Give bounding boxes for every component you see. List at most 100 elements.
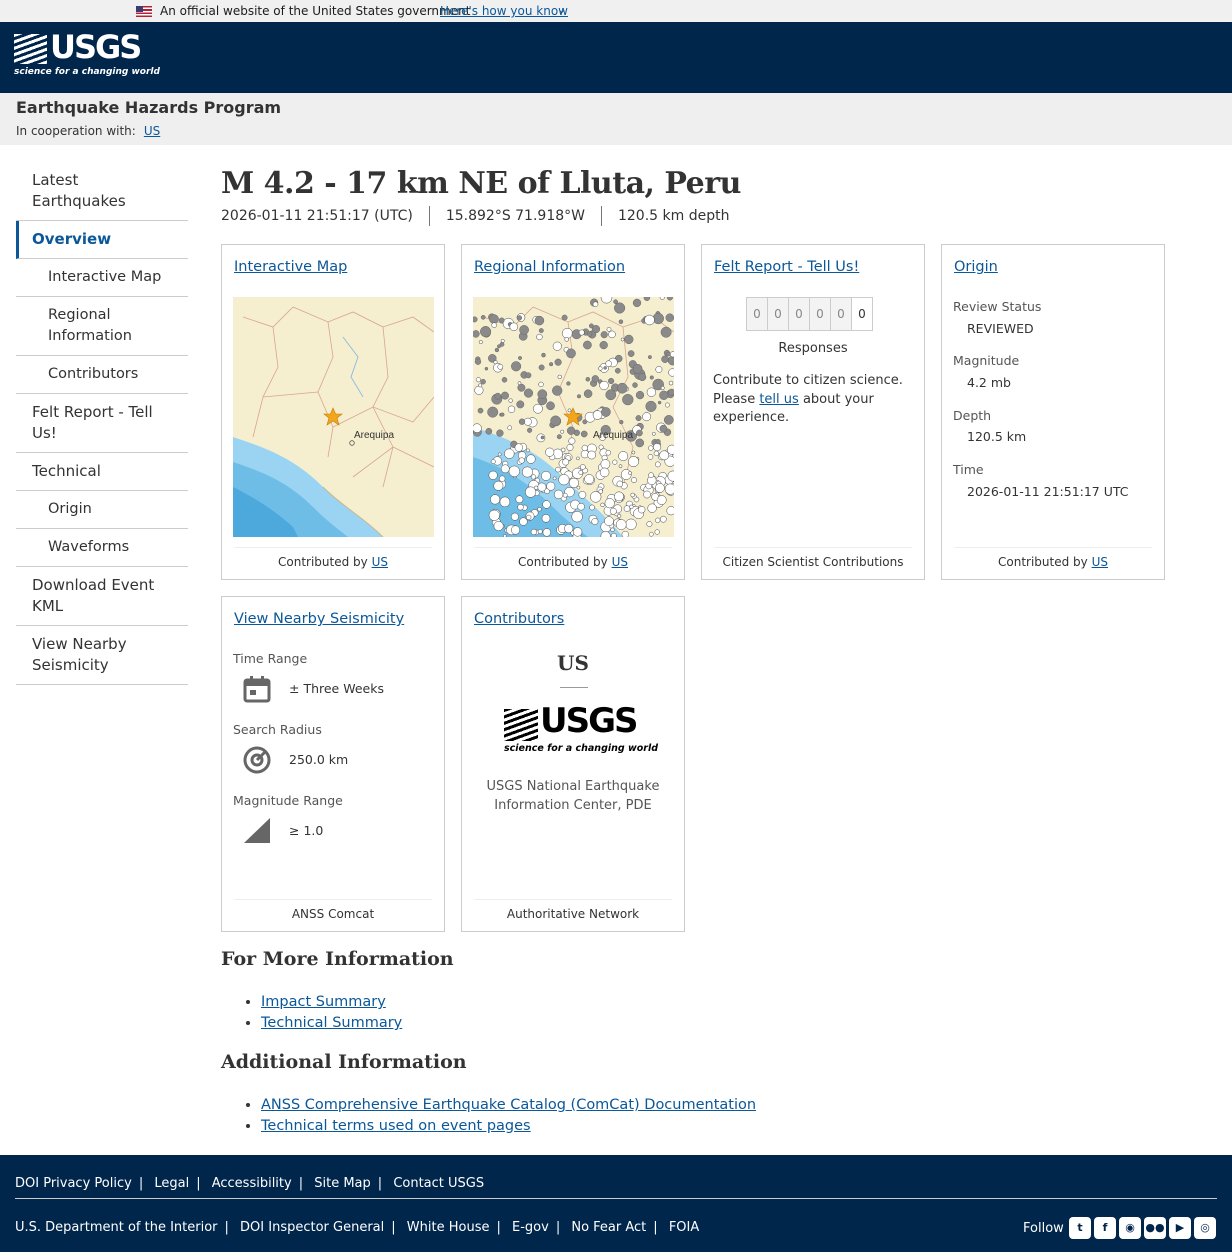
sidebar-item-origin[interactable]: Origin — [16, 491, 188, 529]
contributor-divider — [560, 687, 588, 688]
sidebar-item-technical[interactable]: Technical — [16, 453, 188, 491]
seismicity-dot — [581, 444, 588, 452]
site-header: USGS science for a changing world — [0, 22, 1232, 93]
usgs-logo[interactable]: USGS science for a changing world — [14, 28, 160, 81]
footer-link-no-fear-act[interactable]: No Fear Act — [571, 1220, 646, 1235]
seismicity-dot — [668, 388, 674, 396]
seismicity-dot — [623, 505, 631, 512]
seismicity-dot — [612, 459, 618, 465]
tell-us-link[interactable]: tell us — [759, 392, 798, 407]
sidebar-item-contributors[interactable]: Contributors — [16, 356, 188, 394]
seismicity-dot — [537, 506, 542, 512]
footer-link-white-house[interactable]: White House — [407, 1220, 490, 1235]
seismicity-dot — [566, 426, 576, 435]
footer-link-legal[interactable]: Legal — [154, 1176, 189, 1191]
seismicity-dot — [493, 480, 504, 491]
counter-digit: 0 — [851, 297, 873, 331]
seismicity-dot — [630, 492, 635, 498]
nearby-seismicity-card: View Nearby Seismicity Time Range ± Thre… — [221, 596, 445, 932]
contributed-by-link-us[interactable]: US — [372, 555, 388, 569]
seismicity-dot — [638, 506, 646, 514]
magnitude-value: 4.2 mb — [967, 375, 1011, 390]
gov-banner-text: An official website of the United States… — [160, 4, 471, 18]
footer-link-foia[interactable]: FOIA — [669, 1220, 699, 1235]
contributors-link[interactable]: Contributors — [474, 611, 564, 627]
seismicity-dot — [589, 504, 595, 511]
calendar-icon — [243, 676, 271, 703]
sidebar-item-download-kml[interactable]: Download Event KML — [16, 567, 188, 626]
cooperation-link-us[interactable]: US — [144, 124, 160, 138]
twitter-icon[interactable]: t — [1069, 1217, 1091, 1239]
contributed-by-link-us[interactable]: US — [1092, 555, 1108, 569]
footer-link-accessibility[interactable]: Accessibility — [212, 1176, 292, 1191]
footer-link-contact[interactable]: Contact USGS — [393, 1176, 484, 1191]
comcat-documentation-link[interactable]: ANSS Comprehensive Earthquake Catalog (C… — [261, 1097, 756, 1113]
footer-link-inspector-general[interactable]: DOI Inspector General — [240, 1220, 384, 1235]
cooperation-line: In cooperation with: US — [16, 124, 160, 138]
footer-link-site-map[interactable]: Site Map — [314, 1176, 371, 1191]
seismicity-dot — [537, 389, 548, 400]
seismicity-dot — [473, 423, 482, 433]
nearby-seismicity-link[interactable]: View Nearby Seismicity — [234, 611, 404, 627]
seismicity-dot — [571, 511, 583, 523]
seismicity-dot — [525, 486, 537, 498]
sidebar-item-latest-earthquakes[interactable]: Latest Earthquakes — [16, 162, 188, 221]
seismicity-dot — [621, 530, 629, 537]
contributor-name: USGS National Earthquake Information Cen… — [486, 779, 660, 813]
seismicity-dot — [642, 412, 652, 422]
how-you-know-link[interactable]: Here's how you know — [440, 4, 568, 18]
counter-digit: 0 — [809, 297, 831, 331]
flickr-icon[interactable]: ●● — [1144, 1217, 1166, 1239]
seismicity-dot — [500, 412, 505, 417]
felt-report-link[interactable]: Felt Report - Tell Us! — [714, 259, 859, 275]
seismicity-dot — [523, 388, 534, 398]
contributors-footer: Authoritative Network — [474, 899, 672, 921]
seismicity-dot — [537, 529, 543, 534]
sidebar-item-interactive-map[interactable]: Interactive Map — [16, 259, 188, 297]
regional-information-link[interactable]: Regional Information — [474, 259, 625, 275]
origin-link[interactable]: Origin — [954, 259, 998, 275]
sidebar-item-nearby-seismicity[interactable]: View Nearby Seismicity — [16, 626, 188, 685]
seismicity-dot — [485, 427, 493, 435]
seismicity-dot — [599, 380, 609, 391]
impact-summary-link[interactable]: Impact Summary — [261, 994, 386, 1010]
seismicity-dot — [666, 506, 674, 516]
regional-map-thumbnail[interactable]: Arequipa — [473, 297, 674, 537]
seismicity-dot — [562, 492, 568, 498]
github-icon[interactable]: ◉ — [1119, 1217, 1141, 1239]
technical-terms-link[interactable]: Technical terms used on event pages — [261, 1118, 531, 1134]
sidebar-item-regional-information[interactable]: Regional Information — [16, 297, 188, 356]
seismicity-dot — [525, 372, 532, 379]
contributed-by-link-us[interactable]: US — [612, 555, 628, 569]
seismicity-dot — [614, 491, 624, 502]
seismicity-dot — [517, 504, 524, 511]
sidebar-item-felt-report[interactable]: Felt Report - Tell Us! — [16, 394, 188, 453]
seismicity-dot — [473, 316, 478, 323]
seismicity-dot — [666, 351, 671, 357]
facebook-icon[interactable]: f — [1094, 1217, 1116, 1239]
seismicity-dot — [517, 383, 526, 392]
contributor-code: US — [557, 651, 589, 675]
seismicity-dot — [490, 459, 496, 465]
seismicity-dot — [631, 450, 636, 455]
instagram-icon[interactable]: ◎ — [1194, 1217, 1216, 1239]
technical-summary-link[interactable]: Technical Summary — [261, 1015, 402, 1031]
chevron-down-icon[interactable]: ⌄ — [557, 3, 566, 16]
seismicity-dot — [504, 448, 515, 459]
sidebar-item-waveforms[interactable]: Waveforms — [16, 529, 188, 567]
seismicity-dot — [530, 474, 537, 480]
program-title[interactable]: Earthquake Hazards Program — [16, 98, 281, 117]
radius-target-icon — [243, 746, 271, 774]
footer-link-doi[interactable]: U.S. Department of the Interior — [15, 1220, 218, 1235]
seismicity-dot — [516, 315, 523, 321]
footer-link-privacy[interactable]: DOI Privacy Policy — [15, 1176, 132, 1191]
interactive-map-link[interactable]: Interactive Map — [234, 259, 347, 275]
footer-link-egov[interactable]: E-gov — [512, 1220, 549, 1235]
interactive-map-thumbnail[interactable]: Arequipa — [233, 297, 434, 537]
seismicity-dot — [478, 383, 483, 388]
sidebar-item-overview[interactable]: Overview — [16, 221, 188, 259]
search-radius-label: Search Radius — [233, 722, 322, 737]
youtube-icon[interactable]: ▶ — [1169, 1217, 1191, 1239]
seismicity-dot — [668, 380, 674, 386]
seismicity-dot — [632, 363, 643, 374]
